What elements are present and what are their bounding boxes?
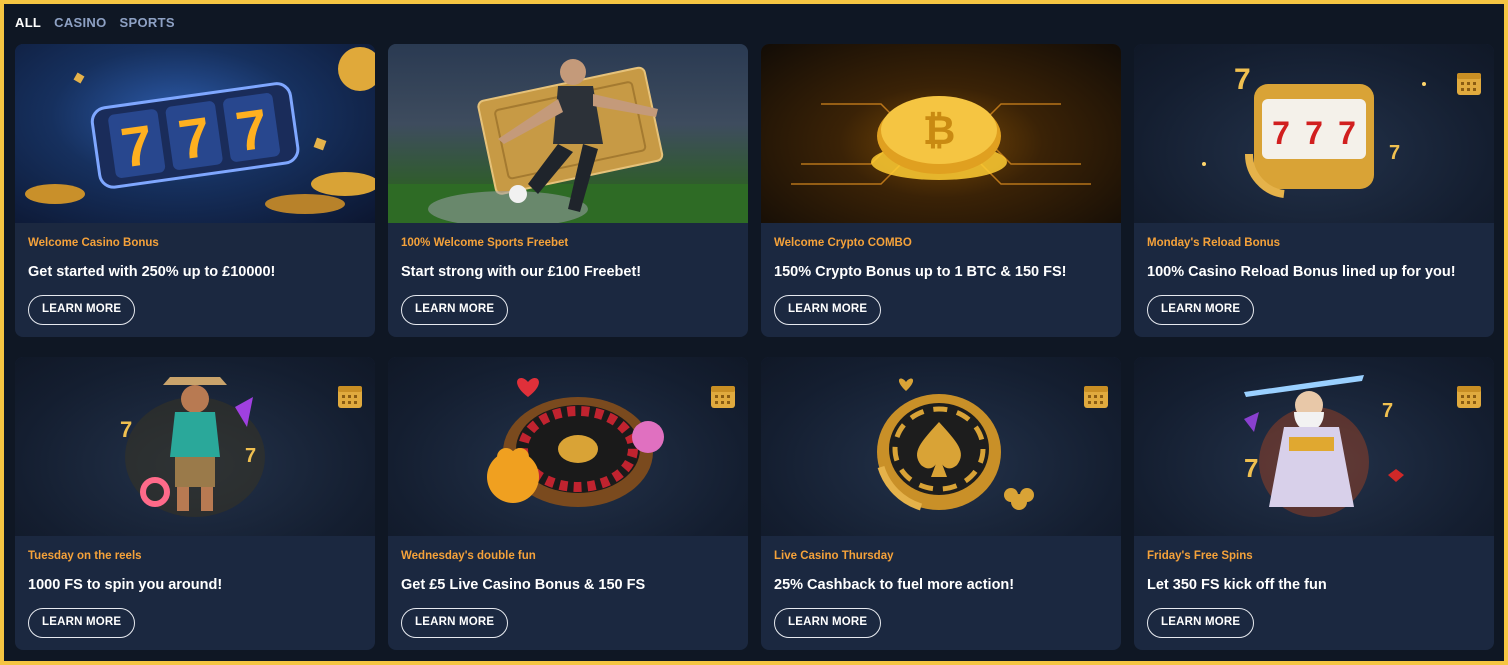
- promo-card[interactable]: ₿ Welcome Crypto COMBO 150% Crypto Bonus…: [761, 44, 1121, 337]
- svg-text:7: 7: [120, 417, 132, 442]
- svg-text:7: 7: [1382, 400, 1393, 422]
- slot-machine-image: 7 7 7 7 7: [1134, 44, 1494, 223]
- calendar-icon: [1084, 386, 1108, 408]
- promo-card[interactable]: Live Casino Thursday 25% Cashback to fue…: [761, 357, 1121, 650]
- promo-card[interactable]: 100% Welcome Sports Freebet Start strong…: [388, 44, 748, 337]
- promo-subtitle: Live Casino Thursday: [774, 550, 894, 562]
- calendar-icon: [711, 386, 735, 408]
- promotions-panel: ALL CASINO SPORTS 7 7 7 Welcome Casino B…: [4, 4, 1504, 661]
- category-tabs: ALL CASINO SPORTS: [15, 13, 175, 32]
- svg-text:7: 7: [1338, 115, 1356, 151]
- promo-grid: 7 7 7 Welcome Casino Bonus Get started w…: [15, 44, 1494, 650]
- promo-subtitle: Tuesday on the reels: [28, 550, 142, 562]
- tab-casino[interactable]: CASINO: [54, 13, 106, 32]
- promo-headline: Get started with 250% up to £10000!: [28, 264, 276, 280]
- zeus-character-image: 7 7: [1134, 357, 1494, 536]
- promo-headline: Start strong with our £100 Freebet!: [401, 264, 642, 280]
- promo-card[interactable]: 7 7 7 Welcome Casino Bonus Get started w…: [15, 44, 375, 337]
- calendar-icon: [338, 386, 362, 408]
- promo-subtitle: Wednesday's double fun: [401, 550, 536, 562]
- learn-more-button[interactable]: LEARN MORE: [28, 608, 136, 638]
- calendar-icon: [1457, 73, 1481, 95]
- roulette-image: [388, 357, 748, 536]
- promo-card[interactable]: 7 7 Friday's Free Spins Let 350 FS kick …: [1134, 357, 1494, 650]
- promo-subtitle: Monday's Reload Bonus: [1147, 237, 1281, 249]
- learn-more-button[interactable]: LEARN MORE: [1147, 295, 1255, 325]
- promo-card[interactable]: 7 7 Tuesday on the reels 1000 FS to spin…: [15, 357, 375, 650]
- cowboy-character-image: 7 7: [15, 357, 375, 536]
- svg-text:7: 7: [245, 445, 256, 467]
- svg-text:7: 7: [1272, 115, 1290, 151]
- promo-subtitle: 100% Welcome Sports Freebet: [401, 237, 569, 249]
- promo-subtitle: Welcome Casino Bonus: [28, 237, 159, 249]
- svg-text:7: 7: [1234, 63, 1251, 96]
- svg-text:7: 7: [1389, 142, 1400, 164]
- promo-card[interactable]: 7 7 7 7 7 Monday's Reload Bonus 100% Cas…: [1134, 44, 1494, 337]
- promo-subtitle: Friday's Free Spins: [1147, 550, 1253, 562]
- svg-text:7: 7: [1305, 115, 1323, 151]
- promo-card[interactable]: Wednesday's double fun Get £5 Live Casin…: [388, 357, 748, 650]
- promo-headline: Get £5 Live Casino Bonus & 150 FS: [401, 577, 646, 593]
- svg-text:₿: ₿: [923, 109, 956, 153]
- bitcoin-image: ₿: [761, 44, 1121, 223]
- learn-more-button[interactable]: LEARN MORE: [774, 608, 882, 638]
- learn-more-button[interactable]: LEARN MORE: [28, 295, 136, 325]
- tab-all[interactable]: ALL: [15, 13, 41, 32]
- tab-sports[interactable]: SPORTS: [120, 13, 175, 32]
- promo-headline: Let 350 FS kick off the fun: [1147, 577, 1327, 593]
- promo-headline: 150% Crypto Bonus up to 1 BTC & 150 FS!: [774, 264, 1067, 280]
- learn-more-button[interactable]: LEARN MORE: [1147, 608, 1255, 638]
- promo-subtitle: Welcome Crypto COMBO: [774, 237, 912, 249]
- learn-more-button[interactable]: LEARN MORE: [774, 295, 882, 325]
- spade-chip-image: [761, 357, 1121, 536]
- svg-text:7: 7: [1244, 453, 1258, 483]
- football-player-image: [388, 44, 748, 223]
- learn-more-button[interactable]: LEARN MORE: [401, 608, 509, 638]
- learn-more-button[interactable]: LEARN MORE: [401, 295, 509, 325]
- promo-headline: 100% Casino Reload Bonus lined up for yo…: [1147, 264, 1456, 280]
- slot-777-image: 7 7 7: [15, 44, 375, 223]
- promo-headline: 25% Cashback to fuel more action!: [774, 577, 1015, 593]
- calendar-icon: [1457, 386, 1481, 408]
- promo-headline: 1000 FS to spin you around!: [28, 577, 223, 593]
